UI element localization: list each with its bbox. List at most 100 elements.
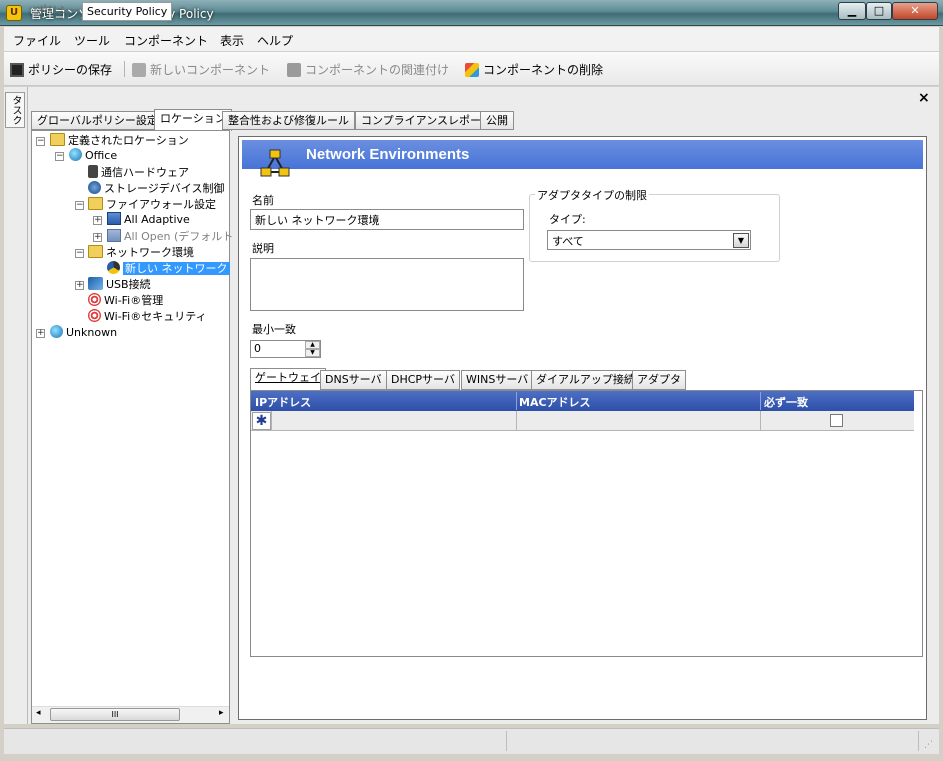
column-must-match[interactable]: 必ず一致 (764, 394, 808, 410)
spin-down-icon[interactable]: ▼ (305, 349, 320, 357)
delete-component-button[interactable]: コンポーネントの削除 (465, 61, 603, 78)
wifi-icon (88, 293, 101, 306)
menu-file[interactable]: ファイル (13, 32, 61, 49)
associate-component-label: コンポーネントの関連付け (305, 63, 450, 77)
cell-divider (760, 411, 761, 431)
chevron-down-icon[interactable]: ▼ (733, 233, 749, 248)
tab-locations[interactable]: ロケーション (154, 109, 232, 131)
maximize-button[interactable]: □ (866, 2, 892, 20)
column-ip-address[interactable]: IPアドレス (255, 394, 311, 410)
menu-help[interactable]: ヘルプ (257, 32, 293, 49)
tree-item-storage-control[interactable]: ストレージデバイス制御 (88, 181, 224, 197)
doc-tab-policy-label: ポリシー (36, 4, 80, 17)
scroll-right-icon[interactable]: ▸ (219, 708, 224, 718)
tree-item-label: 新しい ネットワーク (123, 262, 230, 275)
menu-view[interactable]: 表示 (220, 32, 244, 49)
scroll-left-icon[interactable]: ◂ (36, 708, 41, 718)
adapter-type-select[interactable]: すべて (547, 230, 751, 250)
tree-item-comm-hardware[interactable]: 通信ハードウェア (88, 165, 189, 181)
description-field[interactable] (250, 258, 524, 311)
minimize-button[interactable]: ▁ (838, 2, 866, 20)
menu-bar: ファイル ツール コンポーネント 表示 ヘルプ (4, 27, 939, 51)
tree-expand-toggle[interactable]: + (36, 329, 45, 338)
toolbar-divider (124, 61, 125, 77)
delete-component-label: コンポーネントの削除 (483, 63, 604, 77)
tree-item-office[interactable]: Office (69, 148, 117, 164)
firewall-icon (107, 212, 121, 225)
tree-item-all-adaptive[interactable]: All Adaptive (107, 212, 190, 228)
tree-item-all-open[interactable]: All Open (デフォルト (107, 229, 233, 245)
tab-publish[interactable]: 公開 (480, 111, 514, 130)
close-button[interactable]: ✕ (892, 2, 938, 20)
tab-dns-server[interactable]: DNSサーバ (320, 370, 387, 390)
spin-up-icon[interactable]: ▲ (305, 341, 320, 349)
column-divider (516, 392, 517, 410)
tab-integrity-rules[interactable]: 整合性および修復ルール (222, 111, 355, 130)
associate-component-icon (287, 63, 301, 77)
delete-component-icon (465, 63, 479, 77)
tree-item-firewall-settings[interactable]: ファイアウォール設定 (88, 197, 216, 213)
tree-item-label: Wi-Fi®管理 (104, 294, 164, 307)
tab-wins-server[interactable]: WINSサーバ (461, 370, 534, 390)
toolbar: ポリシーの保存 新しいコンポーネント コンポーネントの関連付け コンポーネントの… (4, 52, 939, 86)
tree-item-wifi-management[interactable]: Wi-Fi®管理 (88, 293, 163, 309)
tree-collapse-toggle[interactable]: − (55, 152, 64, 161)
table-row[interactable] (251, 411, 914, 431)
tree-collapse-toggle[interactable]: − (75, 249, 84, 258)
menu-tools[interactable]: ツール (74, 32, 110, 49)
type-label: タイプ: (549, 213, 586, 226)
min-match-label: 最小一致 (252, 323, 296, 336)
panel-title: Network Environments (306, 146, 470, 163)
wifi-lock-icon (88, 309, 101, 322)
network-icon (107, 261, 120, 274)
tab-dialup[interactable]: ダイアルアップ接続 (531, 370, 640, 390)
tree-item-label: 通信ハードウェア (101, 166, 189, 179)
floppy-disk-icon (10, 63, 24, 77)
must-match-checkbox[interactable] (830, 414, 843, 427)
resize-grip-icon[interactable]: ⋰ (924, 740, 936, 752)
side-tab-task[interactable]: タスク (5, 92, 25, 128)
tab-compliance-report[interactable]: コンプライアンスレポート (355, 111, 499, 130)
tab-adapter[interactable]: アダプタ (632, 370, 686, 390)
tree-item-usb[interactable]: USB接続 (88, 277, 151, 293)
tab-dhcp-server[interactable]: DHCPサーバ (386, 370, 460, 390)
tree-item-label: ファイアウォール設定 (106, 198, 216, 211)
tree-collapse-toggle[interactable]: − (36, 137, 45, 146)
tree-item-label: Wi-Fi®セキュリティ (104, 310, 207, 323)
tree-item-defined-locations[interactable]: 定義されたロケーション (50, 133, 189, 149)
side-panel-strip (4, 87, 28, 724)
name-field[interactable]: 新しい ネットワーク環境 (250, 209, 524, 230)
tree-item-network-environments[interactable]: ネットワーク環境 (88, 245, 194, 261)
globe-icon (50, 325, 63, 338)
folder-icon (88, 197, 103, 210)
save-policy-button[interactable]: ポリシーの保存 (10, 61, 112, 78)
close-document-icon[interactable]: × (918, 90, 930, 106)
tree-expand-toggle[interactable]: + (93, 233, 102, 242)
tree-item-wifi-security[interactable]: Wi-Fi®セキュリティ (88, 309, 207, 325)
tree-collapse-toggle[interactable]: − (75, 201, 84, 210)
new-component-label: 新しいコンポーネント (150, 63, 271, 77)
associate-component-button[interactable]: コンポーネントの関連付け (287, 61, 449, 78)
tree-expand-toggle[interactable]: + (75, 281, 84, 290)
new-component-icon (132, 63, 146, 77)
new-component-button[interactable]: 新しいコンポーネント (132, 61, 270, 78)
save-policy-label: ポリシーの保存 (28, 63, 113, 77)
status-divider (506, 731, 507, 751)
status-bar (4, 728, 939, 754)
tree-item-new-network[interactable]: 新しい ネットワーク (107, 261, 230, 277)
tree-item-unknown[interactable]: Unknown (50, 325, 117, 341)
tree-expand-toggle[interactable]: + (93, 216, 102, 225)
storage-device-icon (88, 181, 101, 194)
tree-item-label: ストレージデバイス制御 (104, 182, 225, 195)
menu-component[interactable]: コンポーネント (124, 32, 208, 49)
tree-item-label: Office (85, 149, 118, 162)
name-label: 名前 (252, 194, 274, 207)
column-mac-address[interactable]: MACアドレス (519, 394, 591, 410)
tab-gateway[interactable]: ゲートウェイ (250, 368, 326, 392)
tree-item-label: USB接続 (106, 278, 151, 291)
tab-global-policy[interactable]: グローバルポリシー設定 (31, 111, 164, 130)
tree-item-label: All Open (デフォルト (124, 230, 234, 243)
globe-icon (69, 148, 82, 161)
doc-tab-security-policy[interactable]: Security Policy (82, 2, 173, 21)
scrollbar-thumb[interactable]: III (50, 708, 180, 721)
